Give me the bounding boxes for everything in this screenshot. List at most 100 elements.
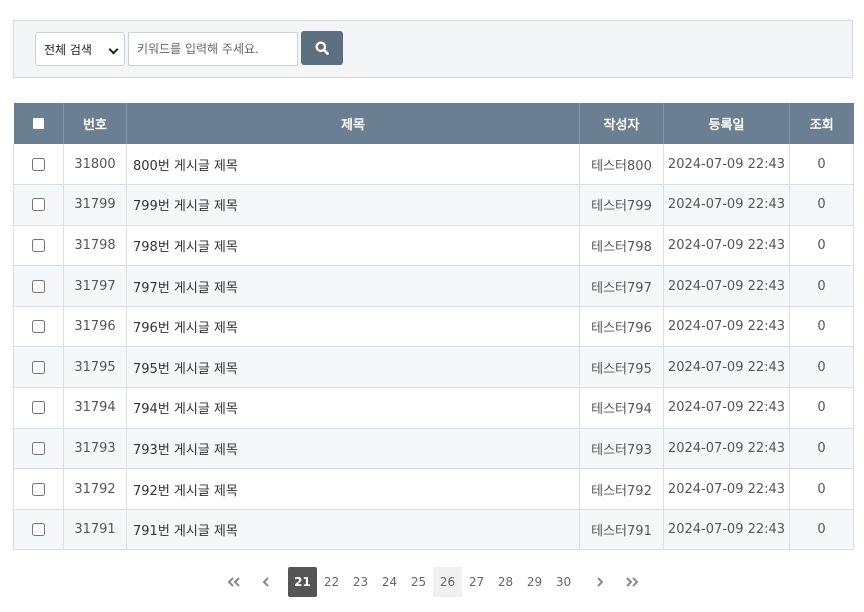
cell-author: 테스터798 [579, 225, 664, 267]
row-checkbox[interactable] [32, 157, 45, 171]
cell-date: 2024-07-09 22:43 [663, 265, 790, 307]
next-page-button[interactable] [585, 567, 614, 597]
cell-number: 31796 [63, 306, 127, 348]
row-checkbox[interactable] [32, 401, 45, 415]
table-row[interactable]: 31799 799번 게시글 제목 테스터799 2024-07-09 22:43 0 [13, 184, 854, 226]
column-header-title[interactable]: 제목 [126, 103, 580, 144]
page-28-button[interactable]: 28 [491, 567, 520, 597]
row-checkbox-cell[interactable] [13, 509, 64, 551]
last-page-button[interactable] [617, 567, 646, 597]
cell-author: 테스터800 [579, 144, 664, 186]
cell-views: 0 [789, 346, 854, 389]
cell-date: 2024-07-09 22:43 [663, 144, 790, 186]
table-row[interactable]: 31798 798번 게시글 제목 테스터798 2024-07-09 22:43 0 [13, 225, 854, 267]
row-checkbox-cell[interactable] [13, 428, 64, 470]
row-checkbox-cell[interactable] [13, 225, 64, 267]
row-checkbox[interactable] [32, 198, 45, 212]
search-bar: 전체 검색 [13, 20, 853, 78]
table-row[interactable]: 31793 793번 게시글 제목 테스터793 2024-07-09 22:43 0 [13, 428, 854, 470]
row-checkbox-cell[interactable] [13, 144, 64, 186]
cell-title[interactable]: 797번 게시글 제목 [126, 265, 580, 307]
table-row[interactable]: 31792 792번 게시글 제목 테스터792 2024-07-09 22:43 0 [13, 468, 854, 510]
cell-views: 0 [789, 144, 854, 186]
cell-author: 테스터795 [579, 346, 664, 389]
row-checkbox[interactable] [32, 360, 45, 374]
row-checkbox[interactable] [32, 238, 45, 252]
cell-date: 2024-07-09 22:43 [663, 346, 790, 389]
page-27-button[interactable]: 27 [462, 567, 491, 597]
row-checkbox[interactable] [32, 279, 45, 293]
cell-title[interactable]: 800번 게시글 제목 [126, 144, 580, 186]
cell-number: 31799 [63, 184, 127, 226]
cell-author: 테스터796 [579, 306, 664, 348]
cell-number: 31795 [63, 346, 127, 389]
row-checkbox[interactable] [32, 320, 45, 334]
cell-author: 테스터792 [579, 468, 664, 510]
table-row[interactable]: 31800 800번 게시글 제목 테스터800 2024-07-09 22:43 0 [13, 144, 854, 186]
column-header-date[interactable]: 등록일 [663, 103, 790, 144]
row-checkbox[interactable] [32, 482, 45, 496]
cell-date: 2024-07-09 22:43 [663, 387, 790, 429]
table-row[interactable]: 31796 796번 게시글 제목 테스터796 2024-07-09 22:43 0 [13, 306, 854, 348]
page-24-button[interactable]: 24 [375, 567, 404, 597]
page-26-button[interactable]: 26 [433, 567, 462, 597]
cell-author: 테스터797 [579, 265, 664, 307]
cell-views: 0 [789, 428, 854, 470]
cell-title[interactable]: 794번 게시글 제목 [126, 387, 580, 429]
search-button[interactable] [301, 31, 343, 65]
row-checkbox-cell[interactable] [13, 468, 64, 510]
page-25-button[interactable]: 25 [404, 567, 433, 597]
cell-title[interactable]: 791번 게시글 제목 [126, 509, 580, 551]
cell-title[interactable]: 796번 게시글 제목 [126, 306, 580, 348]
column-header-number[interactable]: 번호 [63, 103, 127, 144]
cell-author: 테스터791 [579, 509, 664, 551]
cell-views: 0 [789, 387, 854, 429]
row-checkbox-cell[interactable] [13, 184, 64, 226]
cell-date: 2024-07-09 22:43 [663, 184, 790, 226]
cell-date: 2024-07-09 22:43 [663, 428, 790, 470]
cell-views: 0 [789, 509, 854, 551]
page-22-button[interactable]: 22 [317, 567, 346, 597]
chevron-down-icon [108, 44, 119, 55]
table-row[interactable]: 31791 791번 게시글 제목 테스터791 2024-07-09 22:43 0 [13, 509, 854, 551]
search-icon [315, 41, 329, 55]
page-30-button[interactable]: 30 [549, 567, 578, 597]
page-23-button[interactable]: 23 [346, 567, 375, 597]
table-header-row: 번호 제목 작성자 등록일 조회 [13, 103, 854, 144]
post-table: 번호 제목 작성자 등록일 조회 31800 800번 게시글 제목 테스터800 2… [13, 103, 854, 551]
table-row[interactable]: 31795 795번 게시글 제목 테스터795 2024-07-09 22:43 0 [13, 346, 854, 389]
prev-page-button[interactable] [251, 567, 280, 597]
cell-views: 0 [789, 306, 854, 348]
search-input[interactable] [128, 32, 298, 66]
cell-title[interactable]: 793번 게시글 제목 [126, 428, 580, 470]
table-row[interactable]: 31794 794번 게시글 제목 테스터794 2024-07-09 22:43 0 [13, 387, 854, 429]
search-scope-select[interactable]: 전체 검색 [35, 32, 125, 66]
cell-title[interactable]: 792번 게시글 제목 [126, 468, 580, 510]
table-row[interactable]: 31797 797번 게시글 제목 테스터797 2024-07-09 22:43 0 [13, 265, 854, 307]
search-scope-value: 전체 검색 [44, 42, 92, 57]
row-checkbox-cell[interactable] [13, 346, 64, 389]
page-29-button[interactable]: 29 [520, 567, 549, 597]
cell-number: 31798 [63, 225, 127, 267]
row-checkbox[interactable] [32, 441, 45, 455]
row-checkbox-cell[interactable] [13, 387, 64, 429]
cell-date: 2024-07-09 22:43 [663, 468, 790, 510]
cell-author: 테스터794 [579, 387, 664, 429]
cell-date: 2024-07-09 22:43 [663, 306, 790, 348]
cell-title[interactable]: 799번 게시글 제목 [126, 184, 580, 226]
column-header-views[interactable]: 조회 [789, 103, 854, 144]
row-checkbox-cell[interactable] [13, 306, 64, 348]
chevron-right-icon [596, 577, 603, 587]
row-checkbox[interactable] [32, 523, 45, 537]
cell-number: 31797 [63, 265, 127, 307]
select-all-checkbox[interactable] [32, 118, 44, 129]
cell-title[interactable]: 795번 게시글 제목 [126, 346, 580, 389]
page-21-button[interactable]: 21 [288, 567, 317, 597]
select-all-checkbox-cell[interactable] [13, 103, 64, 144]
row-checkbox-cell[interactable] [13, 265, 64, 307]
first-page-button[interactable] [219, 567, 248, 597]
cell-number: 31794 [63, 387, 127, 429]
cell-title[interactable]: 798번 게시글 제목 [126, 225, 580, 267]
column-header-author[interactable]: 작성자 [579, 103, 664, 144]
cell-number: 31793 [63, 428, 127, 470]
